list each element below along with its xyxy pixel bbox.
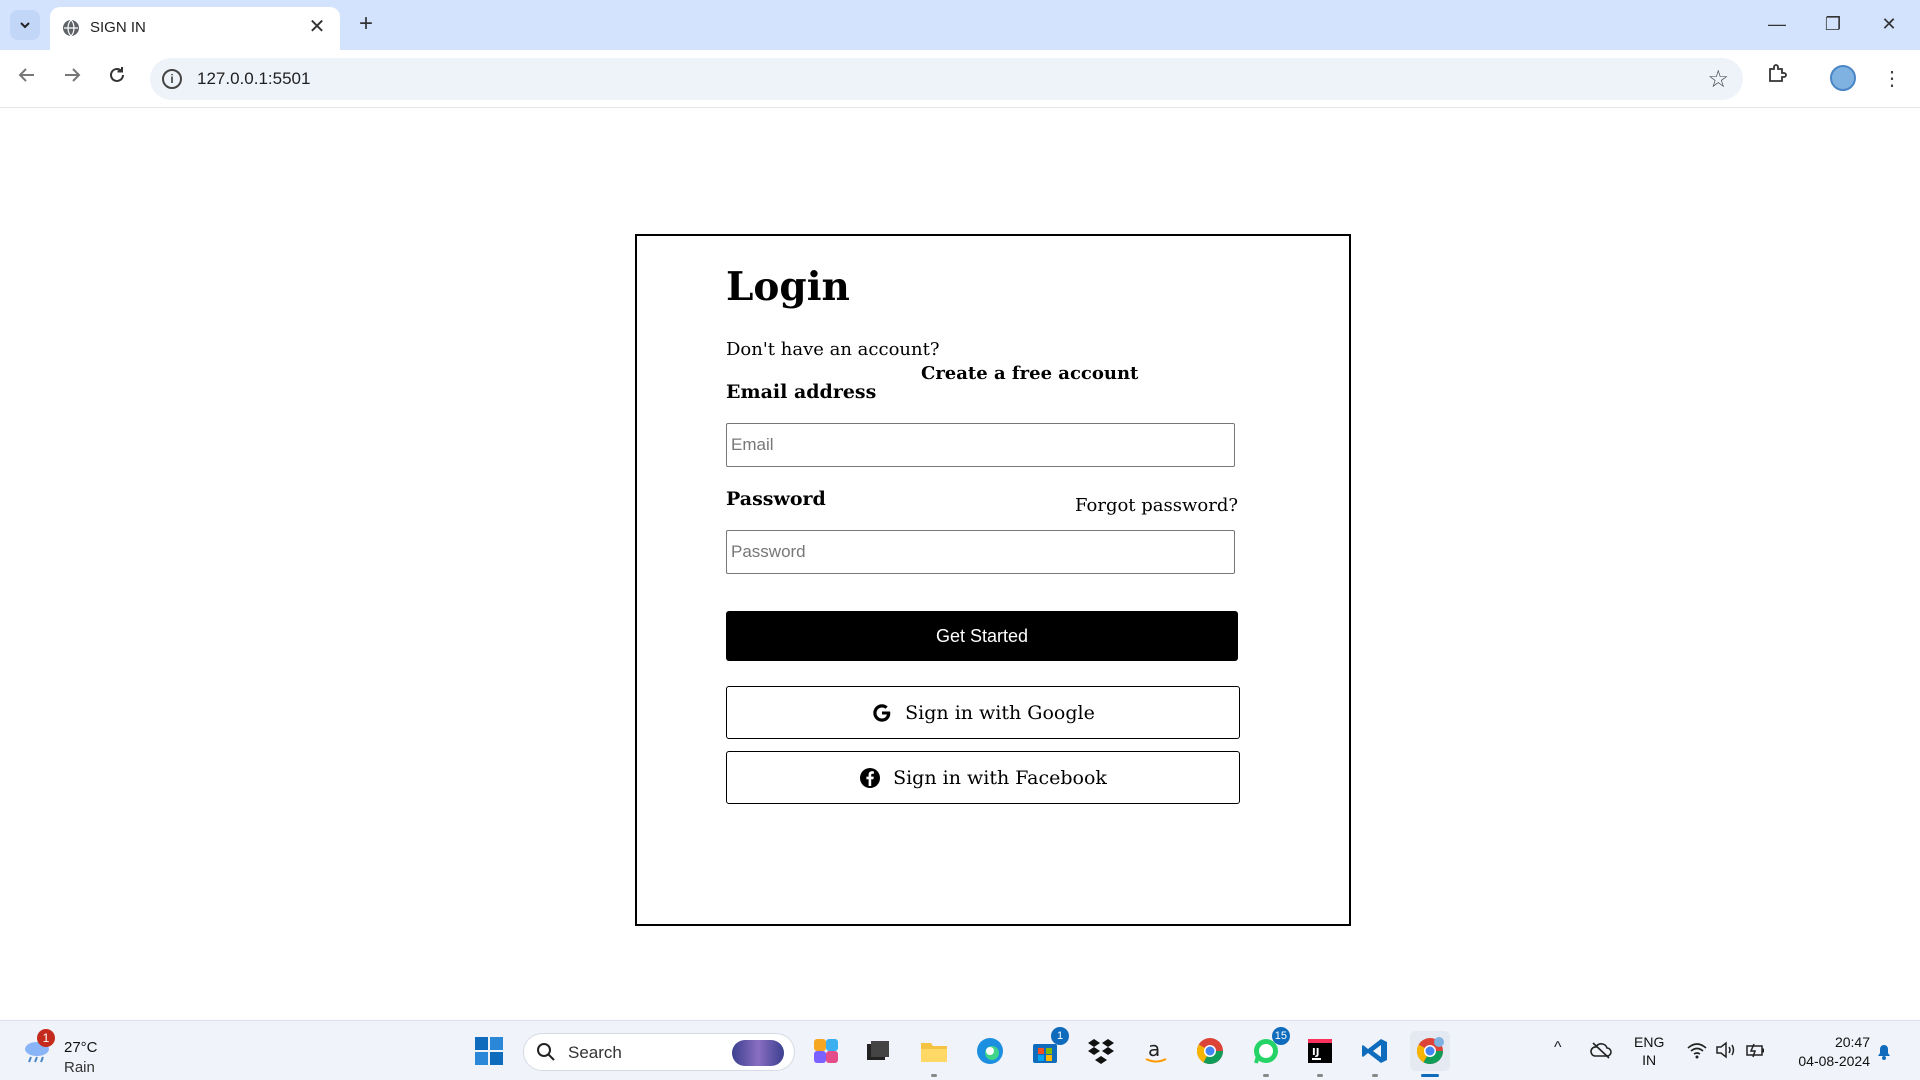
active-indicator [1421, 1074, 1439, 1077]
svg-text:a: a [1148, 1037, 1160, 1061]
whatsapp-app[interactable]: 15 [1246, 1027, 1290, 1077]
reload-icon [110, 67, 124, 82]
intellij-app[interactable]: IJ [1300, 1031, 1340, 1077]
running-indicator [1317, 1074, 1323, 1077]
copilot-icon [814, 1039, 838, 1063]
google-icon [873, 703, 891, 722]
login-card: Login Don't have an account? Create a fr… [635, 234, 1351, 926]
store-app[interactable]: 1 [1025, 1027, 1069, 1071]
chrome-active-app[interactable] [1410, 1031, 1450, 1077]
task-view-app[interactable] [858, 1031, 898, 1071]
create-account-link[interactable]: Create a free account [921, 363, 1138, 384]
close-tab-icon[interactable]: ✕ [306, 16, 328, 38]
bookmark-star-icon[interactable]: ☆ [1707, 65, 1729, 94]
file-explorer-app[interactable] [914, 1031, 954, 1077]
weather-condition: Rain [64, 1059, 95, 1076]
volume-icon[interactable] [1715, 1041, 1737, 1059]
facebook-signin-label: Sign in with Facebook [893, 766, 1107, 789]
weather-badge: 1 [37, 1029, 55, 1047]
arrow-left-icon [18, 68, 34, 82]
facebook-signin-button[interactable]: Sign in with Facebook [726, 751, 1240, 804]
back-button[interactable] [12, 64, 42, 94]
email-label: Email address [726, 381, 877, 403]
intellij-icon: IJ [1308, 1039, 1332, 1063]
no-account-text: Don't have an account? [726, 339, 940, 360]
dropbox-app[interactable] [1081, 1031, 1121, 1071]
language-code: ENG [1634, 1034, 1665, 1050]
tab-search-button[interactable] [10, 10, 40, 40]
start-button[interactable] [469, 1031, 509, 1071]
whatsapp-badge: 15 [1271, 1027, 1290, 1045]
show-hidden-icons-chevron-up-icon[interactable]: ^ [1554, 1039, 1562, 1057]
chrome-app[interactable] [1190, 1031, 1230, 1071]
chrome-profile-icon [1416, 1037, 1444, 1065]
forward-button[interactable] [57, 64, 87, 94]
clock-date: 04-08-2024 [1798, 1053, 1870, 1069]
svg-text:IJ: IJ [1312, 1047, 1319, 1058]
search-icon [537, 1043, 555, 1061]
browser-toolbar: i 127.0.0.1:5501 ☆ ⋮ [0, 50, 1920, 108]
taskbar-search[interactable]: Search [523, 1033, 795, 1071]
google-signin-button[interactable]: Sign in with Google [726, 686, 1240, 739]
running-indicator [931, 1074, 937, 1077]
forgot-password-link[interactable]: Forgot password? [1075, 495, 1238, 516]
task-view-icon [867, 1041, 889, 1060]
windows-logo-icon [475, 1037, 503, 1065]
globe-icon [63, 19, 79, 37]
google-signin-label: Sign in with Google [905, 701, 1095, 724]
amazon-app[interactable]: a [1136, 1031, 1176, 1071]
weather-temp: 27°C [64, 1039, 98, 1056]
browser-tab-bar: SIGN IN ✕ + — ❐ ✕ [0, 0, 1920, 50]
chrome-icon [1196, 1038, 1224, 1065]
tab-title: SIGN IN [90, 19, 146, 36]
extensions-icon[interactable] [1761, 63, 1793, 95]
battery-charging-icon[interactable] [1745, 1041, 1767, 1059]
reload-button[interactable] [102, 64, 132, 94]
new-tab-button[interactable]: + [352, 10, 380, 38]
onedrive-icon[interactable] [1590, 1041, 1612, 1059]
restore-button[interactable]: ❐ [1810, 8, 1856, 40]
folder-icon [921, 1043, 947, 1062]
url-text: 127.0.0.1:5501 [197, 69, 311, 88]
dropbox-icon [1088, 1039, 1114, 1064]
edge-icon [977, 1038, 1003, 1064]
arrow-right-icon [65, 68, 81, 82]
running-indicator [1263, 1074, 1269, 1077]
close-window-button[interactable]: ✕ [1866, 8, 1912, 40]
site-info-icon[interactable]: i [162, 69, 182, 89]
get-started-button[interactable]: Get Started [726, 611, 1238, 661]
edge-app[interactable] [970, 1031, 1010, 1071]
store-badge: 1 [1051, 1027, 1069, 1045]
vscode-icon [1362, 1039, 1387, 1063]
system-clock[interactable]: 20:47 04-08-2024 [1780, 1033, 1870, 1071]
chevron-down-icon [20, 22, 30, 29]
language-indicator[interactable]: ENG IN [1634, 1033, 1664, 1069]
running-indicator [1372, 1074, 1378, 1077]
weather-widget[interactable]: 1 27°C Rain [20, 1029, 140, 1076]
notification-bell-icon[interactable] [1875, 1041, 1893, 1061]
email-field[interactable] [726, 423, 1235, 467]
minimize-button[interactable]: — [1754, 8, 1800, 40]
windows-taskbar: 1 27°C Rain Search 1 a 15 IJ ^ ENG IN 20… [0, 1020, 1920, 1080]
browser-tab[interactable]: SIGN IN ✕ [50, 7, 340, 50]
vscode-app[interactable] [1355, 1031, 1395, 1077]
address-bar[interactable]: i 127.0.0.1:5501 ☆ [150, 58, 1743, 100]
facebook-icon [860, 767, 881, 788]
wifi-icon[interactable] [1686, 1041, 1708, 1059]
amazon-icon: a [1145, 1037, 1167, 1063]
clock-time: 20:47 [1834, 1034, 1870, 1050]
search-label: Search [568, 1043, 622, 1062]
language-region: IN [1642, 1052, 1657, 1068]
puzzle-icon [1769, 64, 1787, 82]
menu-kebab-icon[interactable]: ⋮ [1876, 63, 1908, 95]
page-title: Login [726, 264, 850, 310]
search-highlight-image [732, 1040, 784, 1066]
copilot-app[interactable] [806, 1031, 846, 1071]
profile-avatar[interactable] [1830, 65, 1856, 91]
password-field[interactable] [726, 530, 1235, 574]
password-label: Password [726, 488, 826, 510]
